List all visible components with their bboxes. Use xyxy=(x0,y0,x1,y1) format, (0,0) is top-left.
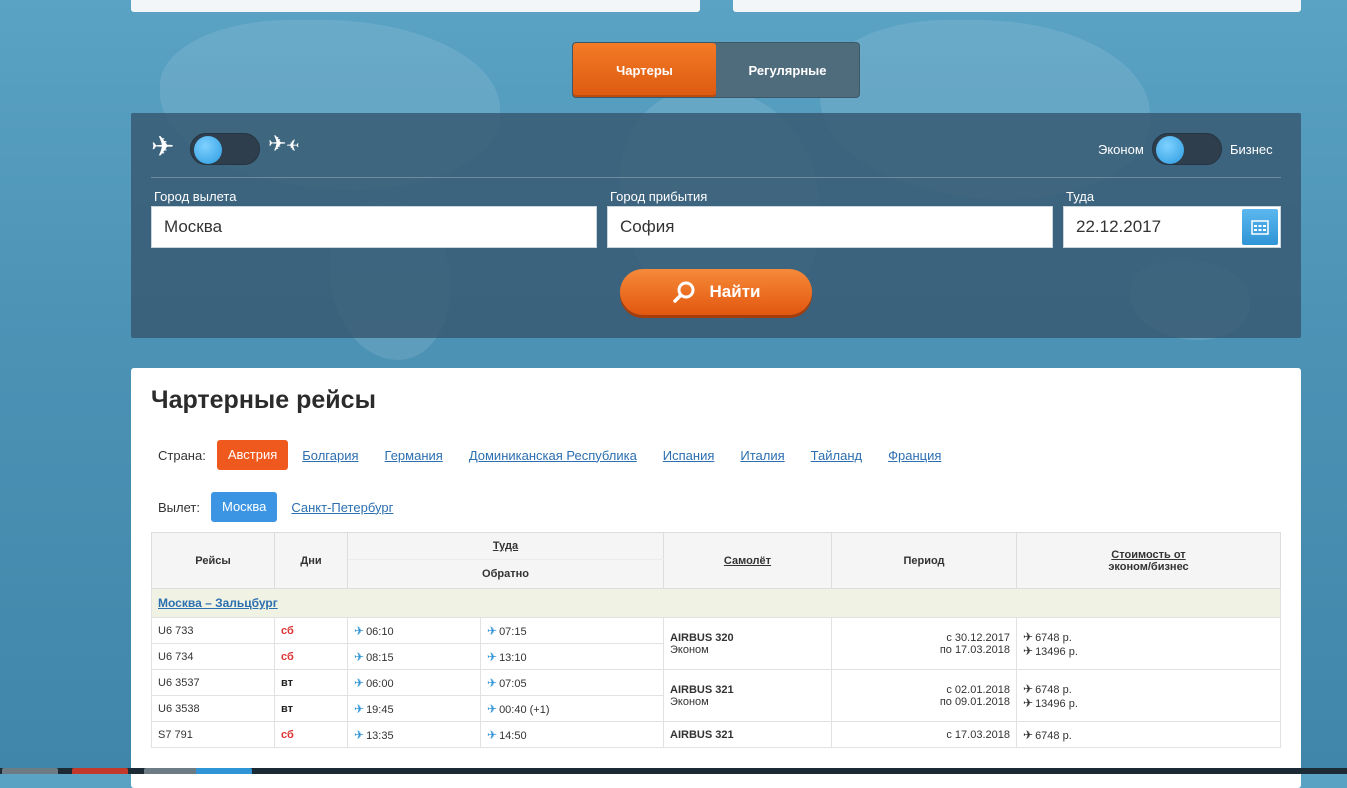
col-period: Период xyxy=(831,532,1017,589)
table-row: S7 791 сб ✈ 13:35 ✈ 14:50 AIRBUS 321 с 17.… xyxy=(151,721,1281,748)
route-link[interactable]: Москва – Зальцбург xyxy=(158,596,278,610)
flight-type-toggle: Чартеры Регулярные xyxy=(572,42,860,98)
day-badge: сб xyxy=(281,728,294,741)
departure-moscow[interactable]: Москва xyxy=(210,492,278,522)
country-spain[interactable]: Испания xyxy=(663,448,715,463)
country-dominican[interactable]: Доминиканская Республика xyxy=(469,448,637,463)
flights-table: Рейсы Дни Туда Самолёт Период Стоимость … xyxy=(151,532,1281,748)
table-row: U6 733 сб ✈ 06:10 ✈ 07:15 AIRBUS 320 Эконом… xyxy=(151,617,1281,670)
route-row: Москва – Зальцбург xyxy=(151,588,1281,618)
table-row: U6 3537 вт ✈ 06:00 ✈ 07:05 AIRBUS 321 Эконо… xyxy=(151,669,1281,722)
departure-filter: Вылет: Москва Санкт-Петербург xyxy=(158,492,419,522)
country-label: Страна: xyxy=(158,447,206,463)
col-flights: Рейсы xyxy=(151,532,275,589)
country-germany[interactable]: Германия xyxy=(385,448,443,463)
country-italy[interactable]: Италия xyxy=(740,448,784,463)
day-badge: вт xyxy=(281,702,294,715)
top-input-left[interactable] xyxy=(131,0,700,12)
flight-number: U6 3538 xyxy=(151,695,275,722)
class-economy-label: Эконом xyxy=(1098,142,1144,157)
aircraft-model: AIRBUS 321 xyxy=(670,728,734,741)
page-title: Чартерные рейсы xyxy=(151,386,376,414)
find-label: Найти xyxy=(709,282,761,301)
col-to[interactable]: Туда xyxy=(347,532,664,560)
class-switch[interactable] xyxy=(1152,133,1222,165)
from-label: Город вылета xyxy=(154,189,237,204)
departure-label: Вылет: xyxy=(158,499,200,515)
departure-spb[interactable]: Санкт-Петербург xyxy=(291,500,393,515)
calendar-icon[interactable] xyxy=(1242,209,1278,245)
charter-content: Чартерные рейсы Страна: Австрия Болгария… xyxy=(131,368,1301,788)
round-trip-plane-icon: ✈✈ xyxy=(268,131,300,156)
country-thailand[interactable]: Тайланд xyxy=(811,448,862,463)
flight-number: U6 733 xyxy=(151,617,275,644)
takeoff-icon: ✈ xyxy=(354,675,365,690)
landing-icon: ✈ xyxy=(487,701,498,716)
one-way-plane-icon: ✈ xyxy=(151,131,175,162)
to-field[interactable]: София xyxy=(607,206,1053,248)
top-input-right[interactable] xyxy=(733,0,1301,12)
search-icon xyxy=(672,281,695,303)
aircraft-model: AIRBUS 320 xyxy=(670,631,734,644)
flight-number: U6 3537 xyxy=(151,669,275,696)
to-label: Город прибытия xyxy=(610,189,708,204)
col-aircraft[interactable]: Самолёт xyxy=(663,532,832,589)
col-days: Дни xyxy=(274,532,348,589)
day-badge: вт xyxy=(281,676,294,689)
panel-divider xyxy=(151,177,1281,178)
taskbar-app[interactable] xyxy=(2,768,58,774)
day-badge: сб xyxy=(281,650,294,663)
flight-number: S7 791 xyxy=(151,721,275,748)
country-filter: Страна: Австрия Болгария Германия Домини… xyxy=(158,440,967,470)
landing-icon: ✈ xyxy=(487,727,498,742)
taskbar-app[interactable] xyxy=(72,768,128,774)
col-price[interactable]: Стоимость от эконом/бизнес xyxy=(1016,532,1281,589)
day-badge: сб xyxy=(281,624,294,637)
country-bulgaria[interactable]: Болгария xyxy=(302,448,358,463)
landing-icon: ✈ xyxy=(487,649,498,664)
class-business-label: Бизнес xyxy=(1230,142,1273,157)
country-france[interactable]: Франция xyxy=(888,448,941,463)
find-button[interactable]: Найти xyxy=(620,269,812,315)
landing-icon: ✈ xyxy=(487,623,498,638)
taskbar-app[interactable] xyxy=(196,768,252,774)
search-panel: ✈ ✈✈ Эконом Бизнес Город вылета Москва Г… xyxy=(131,113,1301,338)
landing-icon: ✈ xyxy=(487,675,498,690)
takeoff-icon: ✈ xyxy=(354,649,365,664)
date-field[interactable]: 22.12.2017 xyxy=(1063,206,1281,248)
taskbar-app[interactable] xyxy=(144,768,200,774)
date-value: 22.12.2017 xyxy=(1076,217,1162,236)
takeoff-icon: ✈ xyxy=(354,701,365,716)
country-austria[interactable]: Австрия xyxy=(216,440,289,470)
date-label: Туда xyxy=(1066,189,1095,204)
tab-charters[interactable]: Чартеры xyxy=(573,43,716,97)
takeoff-icon: ✈ xyxy=(354,727,365,742)
takeoff-icon: ✈ xyxy=(354,623,365,638)
tab-regular[interactable]: Регулярные xyxy=(716,43,859,97)
aircraft-model: AIRBUS 321 xyxy=(670,683,734,696)
trip-type-switch[interactable] xyxy=(190,133,260,165)
from-field[interactable]: Москва xyxy=(151,206,597,248)
flight-number: U6 734 xyxy=(151,643,275,670)
col-back: Обратно xyxy=(347,559,664,589)
taskbar xyxy=(0,768,1347,774)
